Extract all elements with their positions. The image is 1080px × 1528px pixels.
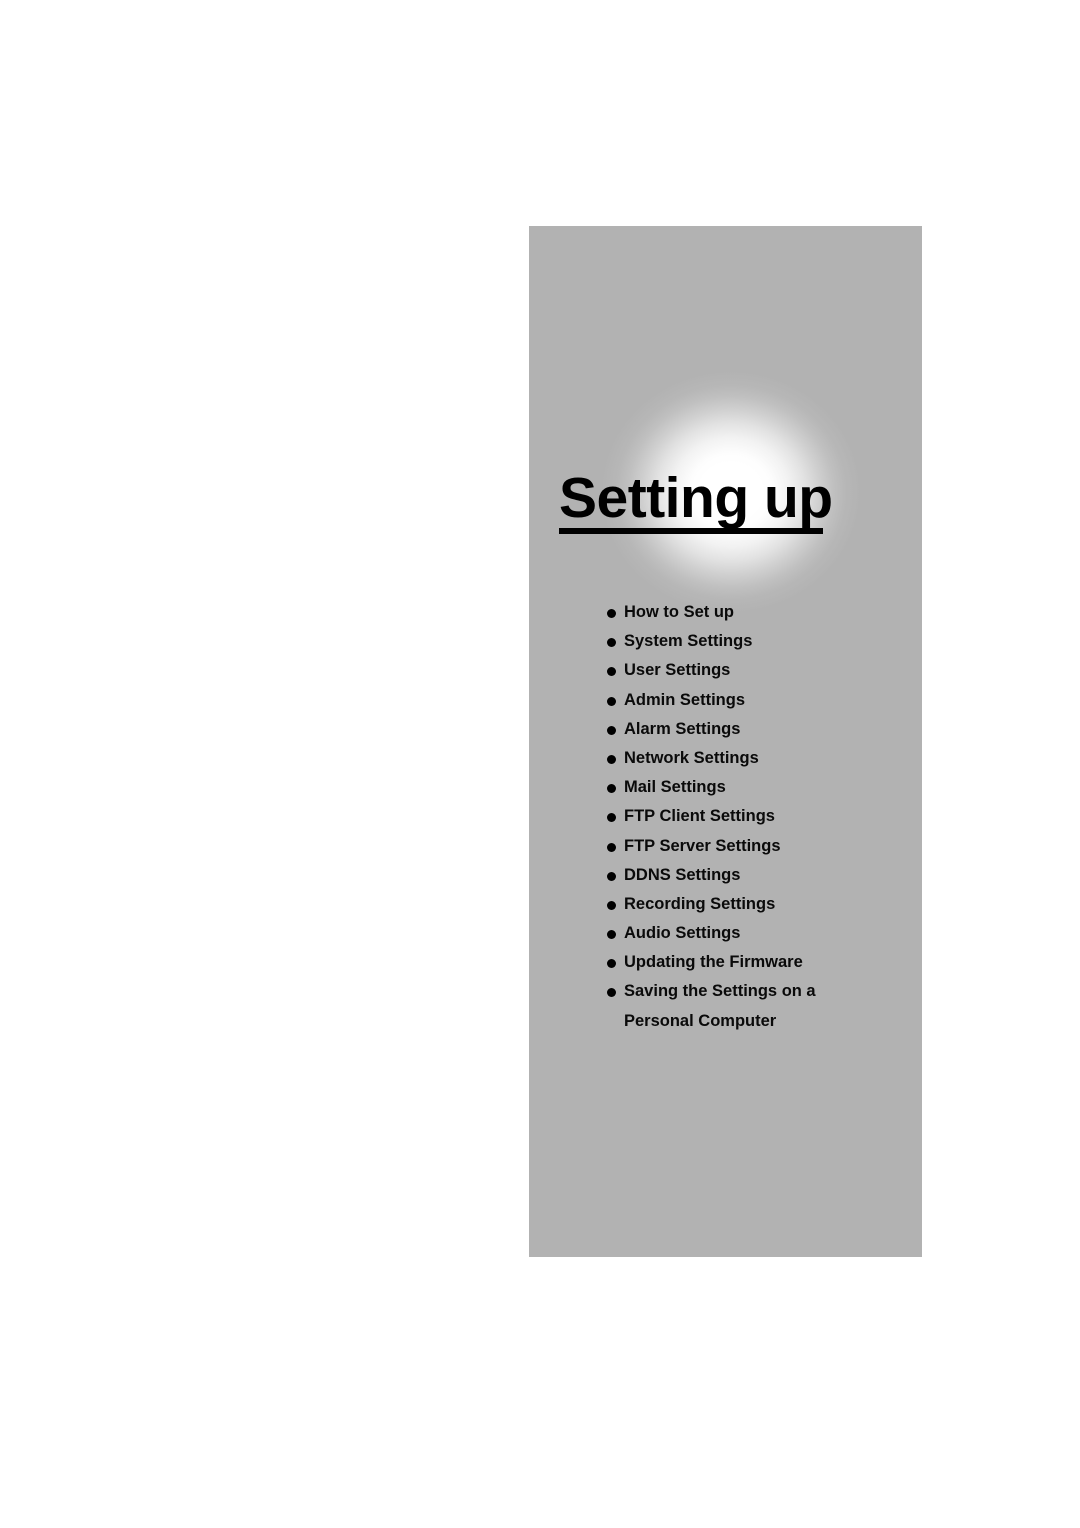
bullet-icon <box>607 930 616 940</box>
list-item[interactable]: Recording Settings <box>606 890 906 919</box>
list-item[interactable]: User Settings <box>606 656 906 685</box>
list-item-label-continuation: Personal Computer <box>624 1011 777 1030</box>
list-item[interactable]: System Settings <box>606 627 906 656</box>
list-item-label: System Settings <box>624 632 753 651</box>
list-item-label: How to Set up <box>624 603 734 621</box>
bullet-icon <box>607 638 616 648</box>
list-item[interactable]: DDNS Settings <box>606 861 906 890</box>
list-item-label: Updating the Firmware <box>624 953 803 972</box>
chapter-contents-list: How to Set up System Settings User Setti… <box>606 598 906 1036</box>
bullet-icon <box>607 871 616 881</box>
title-underline-rule <box>559 528 823 534</box>
list-item[interactable]: Audio Settings <box>606 919 906 948</box>
bullet-icon <box>607 696 616 706</box>
page-title: Setting up <box>559 466 833 530</box>
list-item-label: Admin Settings <box>624 690 746 709</box>
list-item-label: Alarm Settings <box>624 719 741 738</box>
bullet-icon <box>607 988 616 998</box>
list-item-label: DDNS Settings <box>624 865 741 884</box>
bullet-icon <box>607 842 616 852</box>
bullet-icon <box>607 754 616 764</box>
list-item-label: Saving the Settings on a <box>624 982 816 1001</box>
list-item-label: FTP Client Settings <box>624 807 775 826</box>
list-item-label: Mail Settings <box>624 778 726 797</box>
list-item[interactable]: Mail Settings <box>606 773 906 802</box>
list-item-label: Audio Settings <box>624 924 741 943</box>
list-item[interactable]: FTP Server Settings <box>606 832 906 861</box>
bullet-icon <box>607 725 616 735</box>
bullet-icon <box>607 959 616 969</box>
list-item[interactable]: Saving the Settings on a <box>606 977 906 1006</box>
list-item[interactable]: Network Settings <box>606 744 906 773</box>
list-item[interactable]: How to Set up <box>606 598 906 627</box>
bullet-icon <box>607 813 616 823</box>
bullet-icon <box>607 900 616 910</box>
bullet-icon <box>607 784 616 794</box>
list-item-label: Network Settings <box>624 748 759 767</box>
list-item[interactable]: Updating the Firmware <box>606 948 906 977</box>
list-item-label: User Settings <box>624 661 731 680</box>
list-item[interactable]: Alarm Settings <box>606 715 906 744</box>
list-item[interactable]: FTP Client Settings <box>606 802 906 831</box>
list-item-label: FTP Server Settings <box>624 836 781 855</box>
chapter-cover-panel: Setting up How to Set up System Settings… <box>529 226 922 1257</box>
list-item[interactable]: Admin Settings <box>606 686 906 715</box>
list-item-label: Recording Settings <box>624 894 776 913</box>
bullet-icon <box>607 667 616 677</box>
bullet-icon <box>607 609 616 618</box>
